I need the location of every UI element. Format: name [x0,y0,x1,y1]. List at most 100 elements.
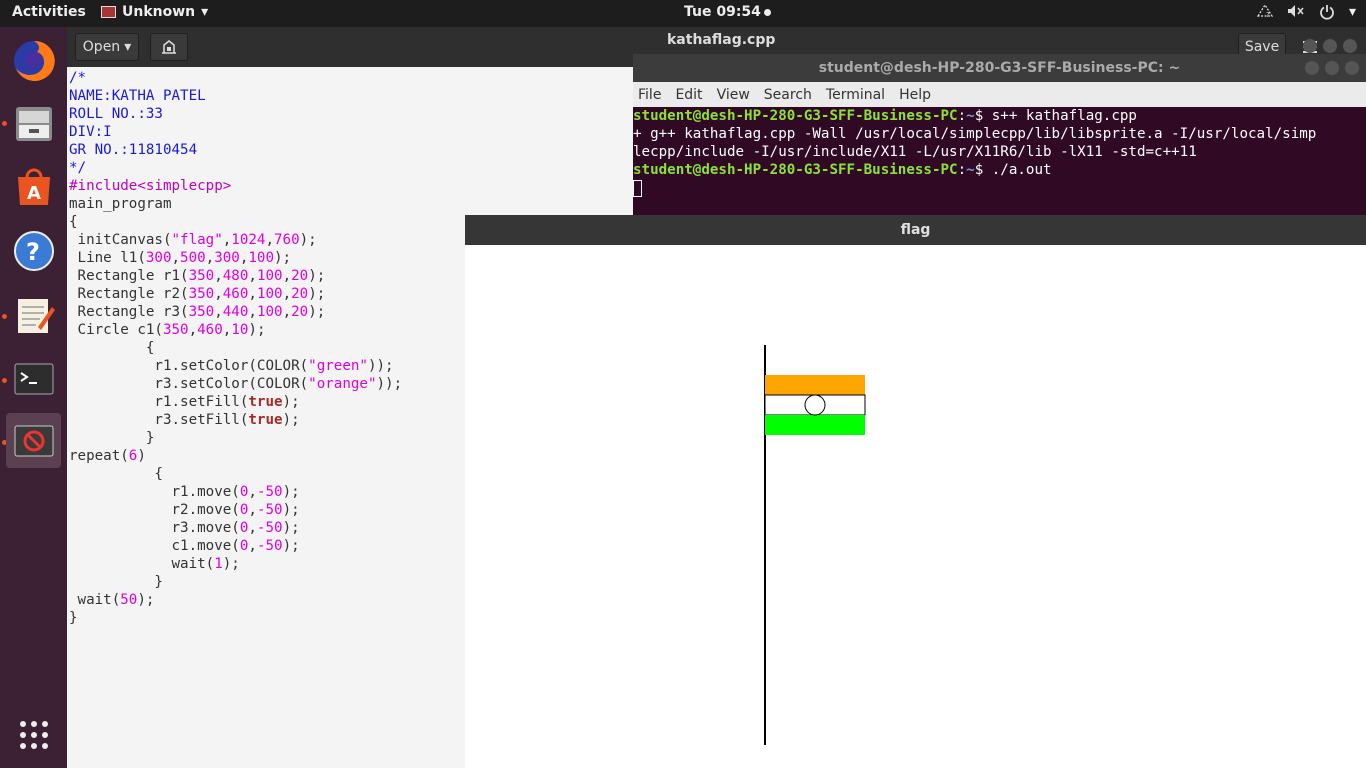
prompt-user: student@desh-HP-280-G3-SFF-Business-PC [633,108,958,124]
open-button[interactable]: Open ▾ [75,33,139,61]
text-editor-icon [17,298,55,333]
code-line: NAME:KATHA PATEL [69,88,206,104]
files-launcher[interactable] [6,95,61,150]
flag-window-title: flag [465,215,1366,245]
svg-text:?: ? [1266,11,1270,18]
menu-file[interactable]: File [638,87,661,103]
app-menu[interactable]: Unknown ▾ [101,4,208,20]
terminal-icon [14,363,53,394]
flag-stripe-bottom [765,415,865,435]
code-line: r3.setFill(true); [69,412,300,428]
minimize-button[interactable] [1305,61,1319,75]
menu-help[interactable]: Help [899,87,931,103]
close-button[interactable] [1345,61,1359,75]
prompt-path: ~ [966,108,975,124]
command: $ ./a.out [974,162,1052,178]
window-title: kathaflag.cpp [667,32,776,48]
code-line: r3.move(0,-50); [69,520,300,536]
terminal-line: + g++ kathaflag.cpp -Wall /usr/local/sim… [633,126,1317,142]
maximize-button[interactable] [1323,39,1337,53]
code-line: ROLL NO.:33 [69,106,163,122]
close-button[interactable] [1343,39,1357,53]
code-line: main_program [69,196,172,212]
power-icon [1319,4,1335,24]
open-button-label: Open [82,39,121,55]
code-line: Line l1(300,500,300,100); [69,250,292,266]
new-document-button[interactable] [150,33,188,61]
software-launcher[interactable]: A [6,159,61,214]
firefox-icon [13,40,55,81]
terminal-line: lecpp/include -I/usr/include/X11 -L/usr/… [633,144,1197,160]
code-line: r1.setFill(true); [69,394,300,410]
menu-view[interactable]: View [717,87,750,103]
flag-stripe-middle [764,394,866,416]
code-line: { [69,466,163,482]
terminal-title-bar: student@desh-HP-280-G3-SFF-Business-PC: … [633,54,1366,82]
svg-text:?: ? [26,238,40,266]
code-line: c1.move(0,-50); [69,538,300,554]
code-editor[interactable]: /* NAME:KATHA PATEL ROLL NO.:33 DIV:I GR NO.… [69,69,402,627]
terminal-line: student@desh-HP-280-G3-SFF-Business-PC:~… [633,108,1137,124]
code-line: Circle c1(350,460,10); [69,322,266,338]
code-line: repeat(6) [69,448,146,464]
code-line: */ [69,160,87,176]
firefox-launcher[interactable] [6,33,61,88]
flag-window: flag [465,215,1366,768]
code-line: } [69,610,78,626]
code-line: initCanvas("flag",1024,760); [69,232,317,248]
files-icon [15,106,52,141]
code-line: Rectangle r1(350,480,100,20); [69,268,326,284]
svg-text:A: A [27,183,41,204]
terminal-menubar: File Edit View Search Terminal Help [633,82,1366,107]
code-line: r2.move(0,-50); [69,502,300,518]
network-icon: ? [1256,3,1274,24]
minimize-button[interactable] [1303,39,1317,53]
terminal-line: student@desh-HP-280-G3-SFF-Business-PC:~… [633,162,1052,178]
text-editor-launcher[interactable] [6,287,61,342]
terminal-line [633,179,1366,197]
software-center-icon: A [17,168,50,205]
top-bar: Activities Unknown ▾ Tue 09:54 ? ▾ [0,0,1366,27]
code-line: #include<simplecpp> [69,178,232,194]
code-line: Rectangle r2(350,460,100,20); [69,286,326,302]
menu-terminal[interactable]: Terminal [826,87,885,103]
code-line: } [69,430,155,446]
new-document-icon [162,40,176,54]
code-line: { [69,340,155,356]
code-line: r3.setColor(COLOR("orange")); [69,376,403,392]
code-line: wait(1); [69,556,240,572]
prompt-path: ~ [966,162,975,178]
chevron-down-icon: ▾ [201,4,209,20]
terminal-title: student@desh-HP-280-G3-SFF-Business-PC: … [818,60,1181,76]
show-apps-icon [19,720,48,749]
code-line: DIV:I [69,124,112,140]
system-tray[interactable]: ? ▾ [1256,3,1356,24]
help-launcher[interactable]: ? [6,223,61,278]
app-icon [101,6,116,18]
flag-canvas [764,345,866,745]
running-app-launcher[interactable] [6,413,61,468]
chevron-down-icon: ▾ [1348,4,1356,20]
maximize-button[interactable] [1325,61,1339,75]
menu-search[interactable]: Search [764,87,812,103]
code-line: { [69,214,78,230]
terminal-launcher[interactable] [6,351,61,406]
running-app-icon [14,425,53,456]
terminal-output[interactable]: student@desh-HP-280-G3-SFF-Business-PC:~… [633,107,1366,197]
clock[interactable]: Tue 09:54 [684,4,771,20]
dock: A ? [0,27,67,768]
activities-button[interactable]: Activities [12,4,86,20]
menu-edit[interactable]: Edit [675,87,702,103]
volume-muted-icon [1287,4,1305,24]
code-line: GR NO.:11810454 [69,142,198,158]
code-line: /* [69,70,87,86]
app-menu-label: Unknown [122,4,196,20]
show-apps-button[interactable] [6,707,61,762]
code-line: Rectangle r3(350,440,100,20); [69,304,326,320]
terminal-cursor [633,180,642,197]
code-line: wait(50); [69,592,155,608]
help-icon: ? [13,230,54,271]
chevron-down-icon: ▾ [124,39,132,55]
terminal-window: student@desh-HP-280-G3-SFF-Business-PC: … [633,54,1366,215]
notification-dot [763,8,771,16]
